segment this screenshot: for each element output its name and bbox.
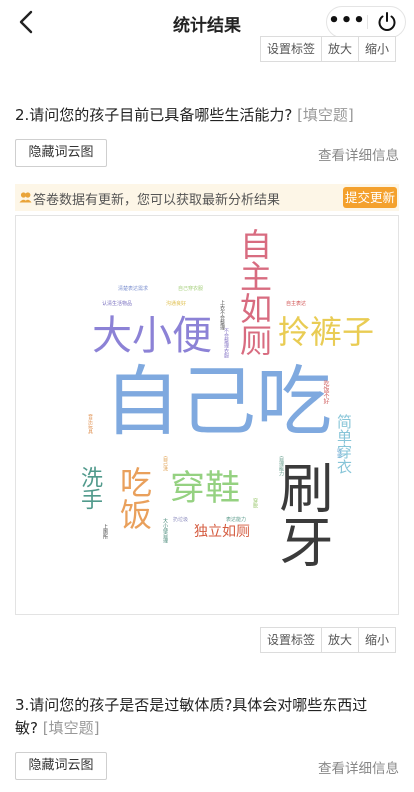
cloud-word: 自己吃: [104, 357, 332, 446]
question-3-type-tag: [填空题]: [42, 719, 100, 737]
question-3-title: 3.请问您的孩子是否是过敏体质?具体会对哪些东西过 敏? [填空题]: [15, 694, 399, 740]
cloud-word: 认清生活物品: [102, 301, 133, 307]
cloud-word: 表达能力: [226, 517, 247, 523]
cloud-word: 穿鞋: [170, 469, 241, 509]
view-detail-link[interactable]: 查看详细信息: [318, 144, 399, 164]
cloud-word: 扔垃圾: [173, 517, 189, 523]
set-tag-button[interactable]: 设置标签: [260, 627, 322, 653]
question-2-title: 2.请问您的孩子目前已具备哪些生活能力? [填空题]: [15, 104, 354, 127]
submit-update-button[interactable]: 提交更新: [343, 187, 397, 208]
notice-text: 答卷数据有更新，您可以获取最新分析结果: [33, 193, 281, 208]
zoom-out-button[interactable]: 缩小: [358, 627, 396, 653]
more-dots-icon[interactable]: •••: [327, 7, 367, 37]
question-3-text-line1: 3.请问您的孩子是否是过敏体质?具体会对哪些东西过: [15, 696, 368, 714]
cloud-toolbar-bottom: 设置标签 放大 缩小: [260, 627, 396, 653]
zoom-out-button[interactable]: 缩小: [358, 36, 396, 62]
cloud-word: 收拾: [336, 448, 342, 458]
cloud-word: 沟通良好: [166, 301, 187, 307]
cloud-word: 穿脱: [252, 498, 258, 508]
cloud-word: 音乐玩具: [87, 414, 93, 434]
cloud-word: 吃饭不好: [322, 380, 329, 404]
update-notice: 答卷数据有更新，您可以获取最新分析结果 提交更新: [15, 184, 399, 211]
zoom-in-button[interactable]: 放大: [321, 36, 359, 62]
cloud-word: 大小便: [92, 313, 212, 359]
cloud-word: 大小便自理: [162, 518, 168, 543]
set-tag-button[interactable]: 设置标签: [260, 36, 322, 62]
question-3-text-line2: 敏?: [15, 719, 38, 737]
cloud-word: 吃饭: [115, 466, 153, 530]
hide-word-cloud-button-q3[interactable]: 隐藏词云图: [15, 752, 107, 780]
cloud-word: 上衣不会整理: [219, 300, 225, 330]
users-icon: [19, 192, 32, 203]
cloud-word: 自己洗: [162, 456, 168, 471]
cloud-word: 简单穿衣: [335, 414, 353, 474]
cloud-word: 上厕所: [102, 524, 108, 539]
cloud-word: 洗手: [77, 466, 102, 510]
cloud-word: 清楚表达需求: [118, 286, 149, 292]
question-3-line2: 敏? [填空题]: [15, 717, 399, 740]
question-2-type-tag: [填空题]: [297, 106, 354, 124]
cloud-word: 拎裤子: [278, 313, 375, 351]
cloud-word: 自主如厕: [235, 228, 273, 356]
cloud-word: 自主表达: [286, 301, 307, 307]
power-icon[interactable]: [368, 7, 406, 37]
word-cloud: 自己吃 刷牙 大小便 自主如厕 拎裤子 穿鞋 吃饭 洗手 简单穿衣 独立如厕 清…: [15, 215, 399, 615]
cloud-word: 自理能力: [278, 456, 284, 476]
cloud-word: 不会整理衣服: [223, 328, 229, 358]
cloud-toolbar-top: 设置标签 放大 缩小: [260, 36, 396, 62]
zoom-in-button[interactable]: 放大: [321, 627, 359, 653]
question-2-text: 2.请问您的孩子目前已具备哪些生活能力?: [15, 106, 293, 124]
view-detail-link-q3[interactable]: 查看详细信息: [318, 757, 399, 777]
cloud-word: 独立如厕: [194, 524, 250, 540]
menu-capsule: •••: [326, 6, 406, 38]
cloud-word: 刷牙: [270, 460, 333, 568]
cloud-word: 自己穿衣服: [178, 286, 204, 292]
hide-word-cloud-button[interactable]: 隐藏词云图: [15, 139, 107, 167]
